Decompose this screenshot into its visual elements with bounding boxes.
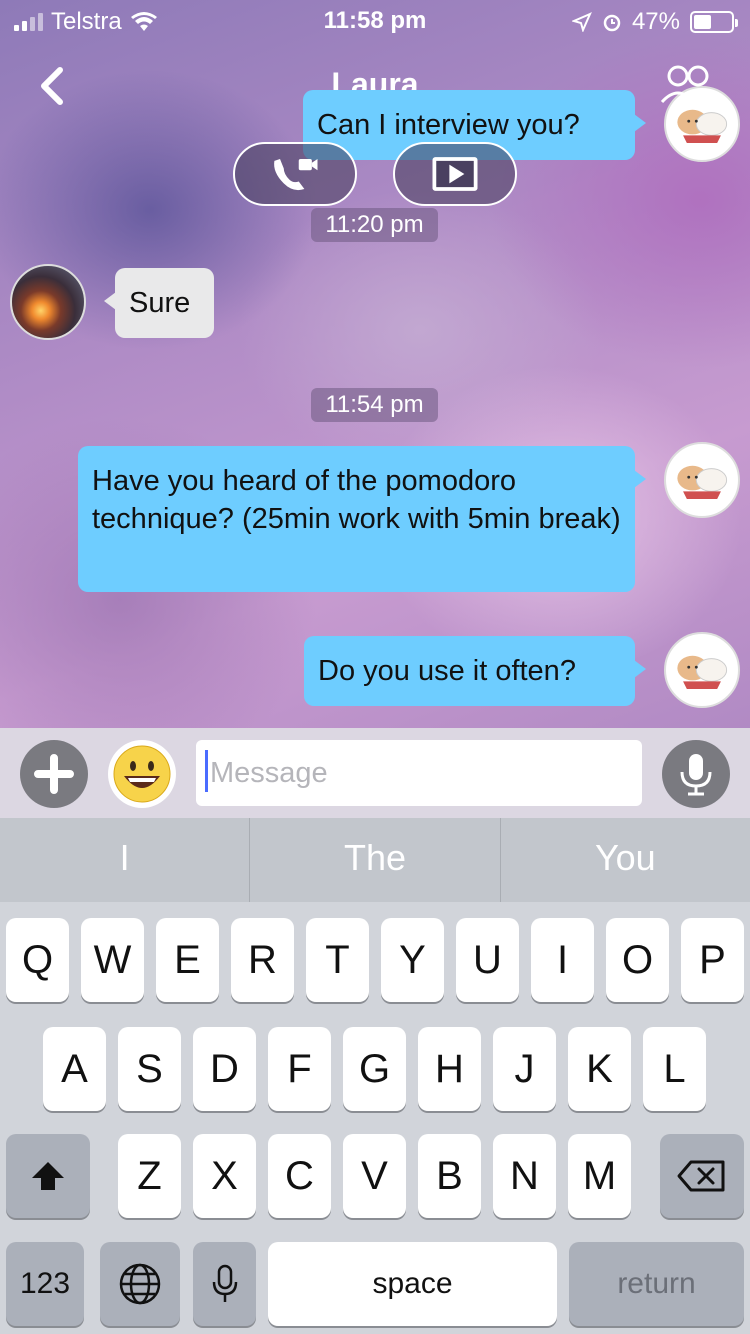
battery-icon [690,11,738,33]
message-input[interactable]: Message [196,740,642,806]
key-j[interactable]: J [493,1027,556,1111]
suggestion[interactable]: You [501,818,750,902]
video-call-button[interactable] [233,142,357,206]
film-play-icon [432,157,478,191]
attach-button[interactable] [20,740,88,808]
key-b[interactable]: B [418,1134,481,1218]
key-e[interactable]: E [156,918,219,1002]
timestamp: 11:54 pm [311,388,438,422]
globe-icon [119,1263,161,1305]
message-bubble-outgoing: Have you heard of the pomodoro technique… [78,446,646,592]
emoji-icon [113,745,171,803]
key-o[interactable]: O [606,918,669,1002]
contact-avatar [10,264,86,340]
key-f[interactable]: F [268,1027,331,1111]
message-placeholder: Message [210,757,328,789]
key-c[interactable]: C [268,1134,331,1218]
globe-key[interactable] [100,1242,180,1326]
message-bubble-incoming: Sure [104,268,214,338]
my-avatar [664,442,740,518]
group-icon[interactable] [658,62,720,106]
shift-icon [32,1162,64,1190]
return-key[interactable]: return [569,1242,744,1326]
key-p[interactable]: P [681,918,744,1002]
battery-percent: 47% [631,8,680,35]
message-bubble-outgoing: Do you use it often? [304,636,646,706]
space-key[interactable]: space [268,1242,557,1326]
shift-key[interactable] [6,1134,90,1218]
key-i[interactable]: I [531,918,594,1002]
numbers-key[interactable]: 123 [6,1242,84,1326]
plus-icon [34,754,74,794]
key-n[interactable]: N [493,1134,556,1218]
key-w[interactable]: W [81,918,144,1002]
suggestion[interactable]: The [250,818,499,902]
key-r[interactable]: R [231,918,294,1002]
predictive-bar: I The You [0,818,750,902]
dictation-icon [212,1264,237,1302]
key-l[interactable]: L [643,1027,706,1111]
key-y[interactable]: Y [381,918,444,1002]
key-v[interactable]: V [343,1134,406,1218]
my-avatar [664,632,740,708]
message-text: Have you heard of the pomodoro technique… [92,465,621,535]
text-caret [205,750,208,792]
message-text: Can I interview you? [317,109,580,141]
key-k[interactable]: K [568,1027,631,1111]
key-a[interactable]: A [43,1027,106,1111]
dictation-key[interactable] [193,1242,256,1326]
alarm-icon [603,14,621,32]
key-u[interactable]: U [456,918,519,1002]
key-m[interactable]: M [568,1134,631,1218]
video-message-button[interactable] [393,142,517,206]
message-text: Sure [129,287,191,319]
microphone-icon [680,754,712,796]
cat-avatar-icon [677,465,728,499]
message-text: Do you use it often? [318,655,576,687]
status-bar: Telstra 11:58 pm 47% [0,0,750,40]
key-t[interactable]: T [306,918,369,1002]
emoji-button[interactable] [108,740,176,808]
phone-video-icon [274,159,318,191]
backspace-key[interactable] [660,1134,744,1218]
cat-avatar-icon [677,655,728,689]
backspace-icon [677,1160,725,1192]
keyboard: Q W E R T Y U I O P A S D F G H J K L Z … [0,902,750,1334]
location-icon [571,12,592,32]
key-z[interactable]: Z [118,1134,181,1218]
key-x[interactable]: X [193,1134,256,1218]
suggestion[interactable]: I [0,818,249,902]
key-q[interactable]: Q [6,918,69,1002]
timestamp: 11:20 pm [311,208,438,242]
key-g[interactable]: G [343,1027,406,1111]
key-h[interactable]: H [418,1027,481,1111]
key-s[interactable]: S [118,1027,181,1111]
voice-message-button[interactable] [662,740,730,808]
key-d[interactable]: D [193,1027,256,1111]
